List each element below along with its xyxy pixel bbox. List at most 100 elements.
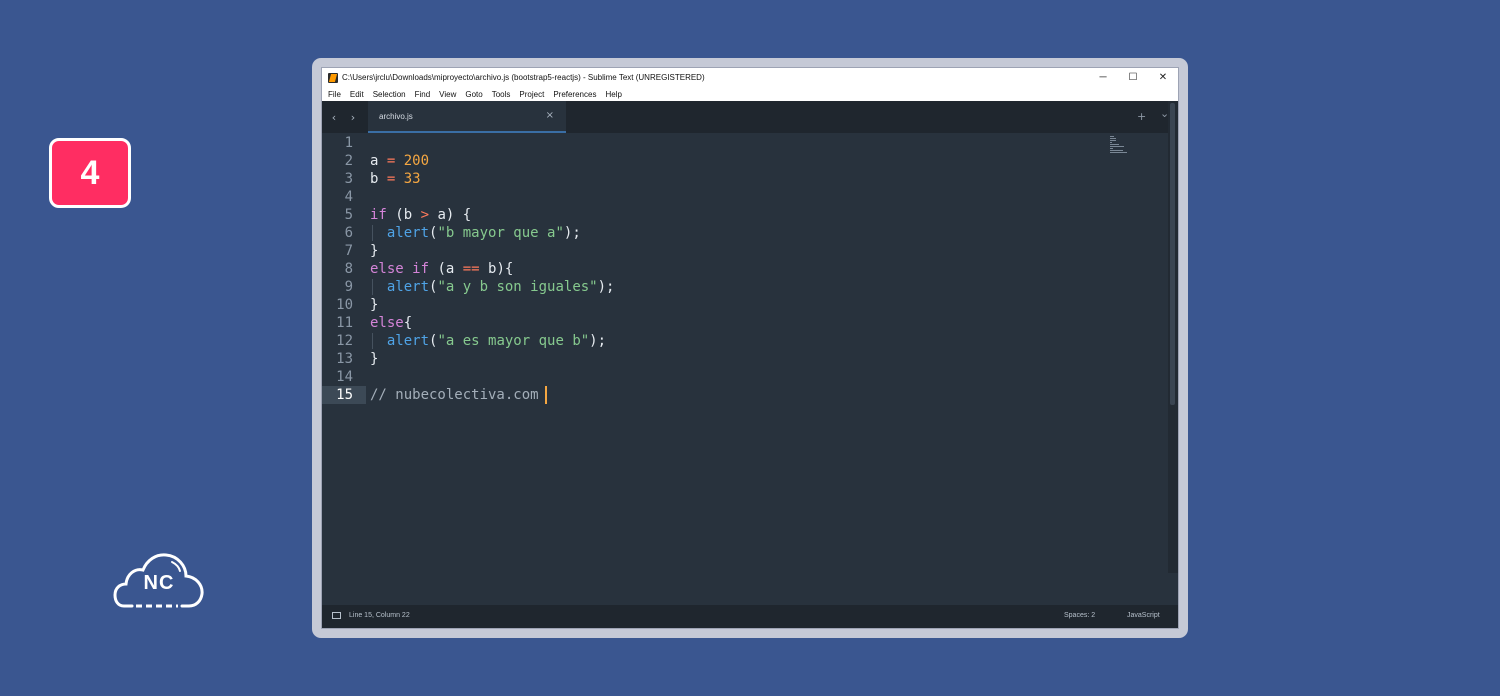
code-token: ); xyxy=(563,225,581,241)
code-token: else xyxy=(370,261,404,277)
code-token: if xyxy=(370,207,387,223)
minimize-button[interactable]: ─ xyxy=(1088,68,1118,87)
code-token: (a xyxy=(429,261,463,277)
menu-file[interactable]: File xyxy=(328,90,341,99)
indentation-setting[interactable]: Spaces: 2 xyxy=(1064,612,1095,619)
code-line[interactable]: 4 xyxy=(322,188,1168,206)
close-button[interactable]: ✕ xyxy=(1148,68,1178,87)
code-line[interactable]: 9 alert("a y b son iguales"); xyxy=(322,278,1168,296)
menu-goto[interactable]: Goto xyxy=(465,90,482,99)
code-text: if (b > a) { xyxy=(370,206,471,224)
code-line[interactable]: 1 xyxy=(322,134,1168,152)
code-text: a = 200 xyxy=(370,152,429,170)
code-token: (b xyxy=(386,207,421,223)
line-number: 15 xyxy=(322,386,366,404)
code-text: b = 33 xyxy=(370,170,421,188)
code-line[interactable]: 6 alert("b mayor que a"); xyxy=(322,224,1168,242)
code-token: "a es mayor que b" xyxy=(437,333,590,349)
cursor-position: Line 15, Column 22 xyxy=(349,612,410,619)
code-token: alert xyxy=(386,279,430,295)
code-token: } xyxy=(370,243,379,259)
menu-project[interactable]: Project xyxy=(519,90,544,99)
code-token: ); xyxy=(597,279,615,295)
nubecolectiva-logo: NC xyxy=(112,548,206,612)
code-token: alert xyxy=(386,225,430,241)
text-cursor xyxy=(544,386,547,404)
tab-close-icon[interactable]: × xyxy=(546,110,554,121)
code-token: else xyxy=(370,315,404,331)
step-badge-label: 4 xyxy=(80,153,100,192)
code-line[interactable]: 5 if (b > a) { xyxy=(322,206,1168,224)
line-number: 12 xyxy=(336,333,353,349)
code-token: } xyxy=(370,297,379,313)
tab-bar: ‹ › archivo.js × + ⌄ xyxy=(322,101,1178,133)
line-number: 13 xyxy=(336,351,353,367)
step-badge: 4 xyxy=(49,138,131,208)
vertical-scrollbar[interactable] xyxy=(1168,101,1178,573)
code-token: == xyxy=(462,261,480,277)
maximize-button[interactable]: ☐ xyxy=(1118,68,1148,87)
menu-find[interactable]: Find xyxy=(415,90,431,99)
code-token: alert xyxy=(386,333,430,349)
status-bar: Line 15, Column 22 Spaces: 2 JavaScript xyxy=(322,605,1178,628)
line-number: 10 xyxy=(336,297,353,313)
line-number: 8 xyxy=(344,261,353,277)
nav-back-button[interactable]: ‹ xyxy=(324,101,344,133)
code-text: alert("a es mayor que b"); xyxy=(370,332,606,350)
code-line[interactable]: 3 b = 33 xyxy=(322,170,1168,188)
new-tab-button[interactable]: + xyxy=(1137,110,1146,123)
menu-edit[interactable]: Edit xyxy=(350,90,364,99)
code-token: if xyxy=(412,261,430,277)
window-title: C:\Users\jrclu\Downloads\miproyecto\arch… xyxy=(342,73,705,82)
menu-selection[interactable]: Selection xyxy=(373,90,406,99)
menu-tools[interactable]: Tools xyxy=(492,90,511,99)
line-number: 11 xyxy=(336,315,353,331)
line-number: 6 xyxy=(344,225,353,241)
code-token: > xyxy=(420,207,430,223)
nav-forward-button[interactable]: › xyxy=(343,101,363,133)
menu-help[interactable]: Help xyxy=(605,90,621,99)
logo-text: NC xyxy=(143,572,175,594)
scrollbar-thumb[interactable] xyxy=(1170,103,1175,405)
sublime-window: C:\Users\jrclu\Downloads\miproyecto\arch… xyxy=(322,68,1178,628)
code-token: b){ xyxy=(479,261,514,277)
code-token: } xyxy=(370,351,379,367)
code-token: 200 xyxy=(403,153,430,169)
menu-view[interactable]: View xyxy=(439,90,456,99)
code-line[interactable]: 2 a = 200 xyxy=(322,152,1168,170)
code-line[interactable]: 8 else if (a == b){ xyxy=(322,260,1168,278)
code-text: else if (a == b){ xyxy=(370,260,513,278)
menu-preferences[interactable]: Preferences xyxy=(553,90,596,99)
code-token: ); xyxy=(589,333,607,349)
code-area[interactable]: 12a = 200 3 b = 33 4 5 if (b > a) {6 alert("b… xyxy=(322,133,1168,605)
code-token: "b mayor que a" xyxy=(437,225,564,241)
line-number: 5 xyxy=(344,207,353,223)
tab-label: archivo.js xyxy=(379,112,413,121)
code-line[interactable]: 15// nubecolectiva.com xyxy=(322,386,1168,404)
code-line[interactable]: 14 xyxy=(322,368,1168,386)
panel-toggle-icon[interactable] xyxy=(332,612,341,619)
code-token: a xyxy=(370,153,387,169)
code-line[interactable]: 13} xyxy=(322,350,1168,368)
code-line[interactable]: 10} xyxy=(322,296,1168,314)
tab-archivo-js[interactable]: archivo.js × xyxy=(368,101,566,133)
line-number: 3 xyxy=(344,171,353,187)
code-token: b xyxy=(370,171,387,187)
code-line[interactable]: 7} xyxy=(322,242,1168,260)
syntax-setting[interactable]: JavaScript xyxy=(1127,612,1160,619)
code-text: } xyxy=(370,350,378,368)
line-number: 4 xyxy=(344,189,353,205)
editor: ‹ › archivo.js × + ⌄ 12a = 200 3 b = 33 4 5 i… xyxy=(322,101,1178,628)
line-number: 14 xyxy=(336,369,353,385)
code-line[interactable]: 11 else{ xyxy=(322,314,1168,332)
sublime-app-icon xyxy=(328,72,338,83)
code-text: } xyxy=(370,242,378,260)
code-line[interactable]: 12 alert("a es mayor que b"); xyxy=(322,332,1168,350)
code-token: { xyxy=(403,315,413,331)
